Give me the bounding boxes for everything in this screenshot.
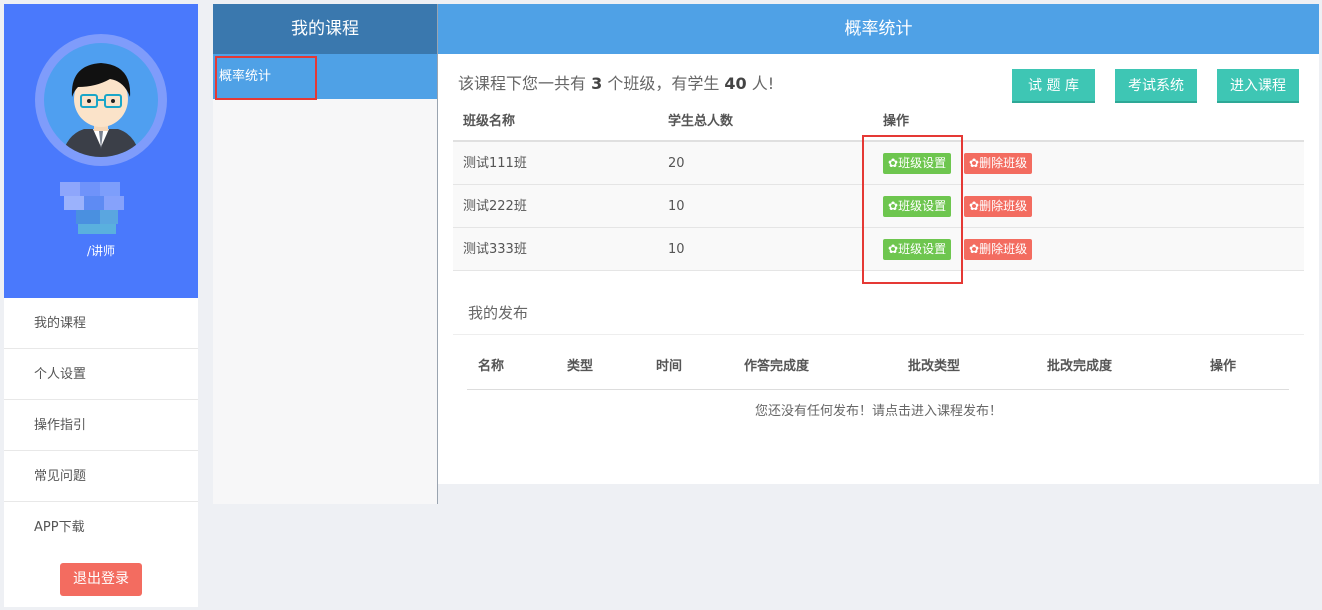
- teacher-avatar-icon: [62, 63, 140, 157]
- logout-button[interactable]: 退出登录: [60, 563, 142, 596]
- sidebar-item-guide[interactable]: 操作指引: [4, 400, 198, 451]
- exam-system-button[interactable]: 考试系统: [1115, 69, 1197, 103]
- class-name: 测试333班: [463, 242, 527, 257]
- sidebar-item-faq[interactable]: 常见问题: [4, 451, 198, 502]
- sidebar-item-my-courses[interactable]: 我的课程: [4, 298, 198, 349]
- blurred-username: [60, 182, 136, 238]
- sidebar-item-personal-settings[interactable]: 个人设置: [4, 349, 198, 400]
- course-detail-panel: 概率统计 该课程下您一共有 3 个班级，有学生 40 人! 试 题 库 考试系统…: [438, 4, 1319, 484]
- highlight-box: [215, 56, 317, 100]
- avatar[interactable]: [35, 34, 167, 166]
- course-title: 概率统计: [438, 4, 1319, 54]
- course-list-panel: 我的课程 概率统计: [213, 4, 438, 504]
- student-total: 10: [668, 199, 685, 214]
- gear-icon: ✿: [969, 199, 980, 213]
- course-item-probability[interactable]: 概率统计: [213, 54, 437, 100]
- highlight-box: [862, 135, 963, 284]
- my-publish-title: 我的发布: [468, 304, 529, 322]
- gear-icon: ✿: [969, 242, 980, 256]
- gear-icon: ✿: [969, 156, 980, 170]
- course-summary: 该课程下您一共有 3 个班级，有学生 40 人!: [458, 74, 775, 93]
- delete-class-button[interactable]: ✿删除班级: [964, 239, 1033, 260]
- sidebar-menu: 我的课程 个人设置 操作指引 常见问题 APP下载: [4, 298, 198, 553]
- student-total: 10: [668, 242, 685, 257]
- left-sidebar: /讲师 我的课程 个人设置 操作指引 常见问题 APP下载 退出登录: [4, 4, 198, 607]
- class-name: 测试222班: [463, 199, 527, 214]
- publish-table-header: 名称 类型 时间 作答完成度 批改类型 批改完成度 操作: [467, 352, 1289, 390]
- class-name: 测试111班: [463, 156, 527, 171]
- question-bank-button[interactable]: 试 题 库: [1012, 69, 1095, 103]
- enter-course-button[interactable]: 进入课程: [1217, 69, 1299, 103]
- delete-class-button[interactable]: ✿删除班级: [964, 196, 1033, 217]
- class-count: 3: [591, 74, 603, 93]
- student-count: 40: [724, 74, 747, 93]
- publish-empty-message: 您还没有任何发布！请点击进入课程发布！: [754, 404, 1002, 419]
- course-panel-title: 我的课程: [213, 4, 437, 54]
- sidebar-item-app-download[interactable]: APP下载: [4, 502, 198, 553]
- user-role: /讲师: [86, 244, 116, 258]
- divider: [453, 334, 1304, 335]
- student-total: 20: [668, 156, 685, 171]
- delete-class-button[interactable]: ✿删除班级: [964, 153, 1033, 174]
- profile-card: /讲师: [4, 4, 198, 298]
